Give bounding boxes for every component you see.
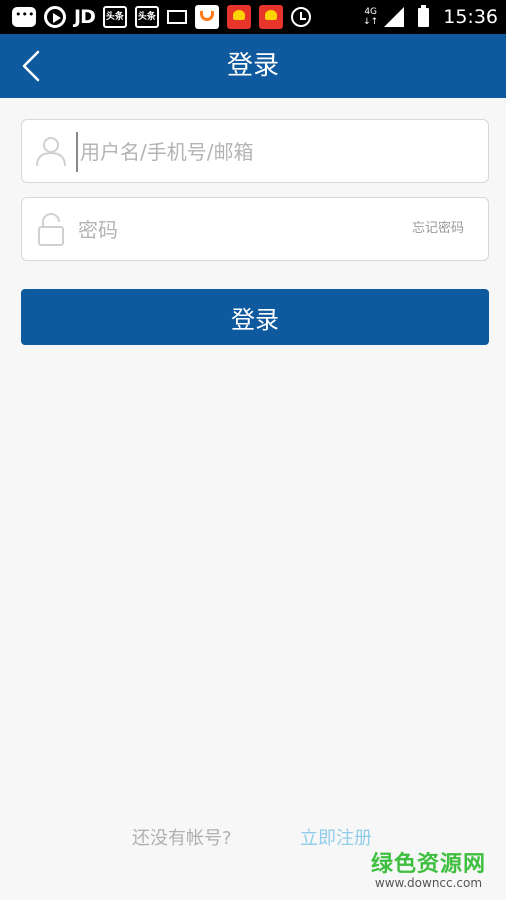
app-red-icon	[226, 5, 251, 29]
alarm-icon	[290, 7, 311, 27]
watermark-logo: 绿色资源网 www.downcc.com	[371, 846, 486, 890]
play-icon	[44, 6, 66, 28]
notification-icons: JD 头条 头条	[12, 5, 319, 29]
password-input[interactable]	[76, 210, 408, 250]
network-arrows-icon: ↓↑	[363, 17, 379, 27]
page-title: 登录	[226, 51, 279, 81]
system-status: 4G ↓↑ 15:36	[363, 3, 498, 31]
forgot-password-link[interactable]: 忘记密码	[412, 198, 464, 260]
password-field[interactable]: 忘记密码	[21, 197, 489, 261]
register-link[interactable]: 立即注册	[300, 824, 372, 850]
network-indicator: 4G ↓↑	[363, 7, 378, 27]
status-bar: JD 头条 头条 4G ↓↑ 15:36	[0, 0, 506, 34]
user-icon	[36, 137, 66, 167]
app-icon	[194, 5, 219, 29]
battery-icon	[418, 4, 430, 27]
signal-icon	[384, 7, 405, 27]
username-field[interactable]	[21, 119, 489, 183]
lock-icon	[38, 212, 64, 246]
watermark-url: www.downcc.com	[374, 876, 483, 890]
app-red-icon	[258, 5, 283, 29]
login-button[interactable]: 登录	[21, 289, 489, 345]
watermark-main: 绿色资源网	[370, 852, 486, 877]
chat-icon	[12, 7, 36, 27]
app-header: 登录	[0, 34, 506, 98]
toutiao-icon: 头条	[102, 6, 127, 28]
jd-icon: JD	[74, 6, 96, 28]
network-type: 4G	[364, 7, 378, 17]
status-time: 15:36	[443, 6, 498, 28]
username-input[interactable]	[76, 132, 410, 172]
no-account-text: 还没有帐号?	[132, 828, 232, 849]
mail-icon	[166, 10, 187, 24]
toutiao-icon: 头条	[134, 6, 159, 28]
